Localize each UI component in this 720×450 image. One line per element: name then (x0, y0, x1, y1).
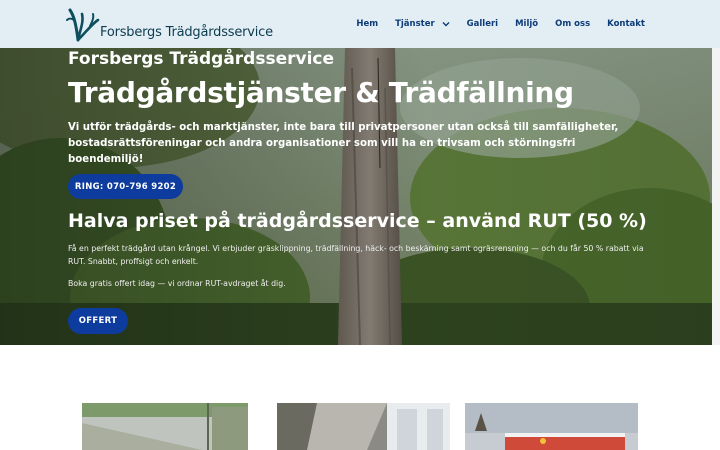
site-header: Forsbergs Trädgårdsservice Hem Tjänster … (0, 0, 720, 48)
gallery-card-2[interactable] (277, 403, 450, 450)
site-logo[interactable]: Forsbergs Trädgårdsservice (66, 8, 273, 42)
main-nav: Hem Tjänster Galleri Miljö Om oss Kontak… (356, 0, 645, 48)
rut-heading: Halva priset på trädgårdsservice – använ… (68, 210, 647, 232)
nav-item-galleri[interactable]: Galleri (467, 19, 498, 29)
gallery-image-building (465, 403, 638, 450)
hero-brand: Forsbergs Trädgårdsservice (68, 49, 335, 69)
rut-text: Få en perfekt trädgård utan krångel. Vi … (68, 244, 644, 266)
gallery-image-garden (82, 403, 248, 450)
tree-logo-icon (66, 8, 100, 42)
rut-text-cta: Boka gratis offert idag — vi ordnar RUT-… (68, 279, 286, 288)
nav-item-miljo[interactable]: Miljö (515, 19, 538, 29)
logo-text: Forsbergs Trädgårdsservice (100, 25, 273, 40)
nav-item-kontakt[interactable]: Kontakt (607, 19, 645, 29)
hero-title: Trädgårdstjänster & Trädfällning (68, 76, 574, 109)
page-scrollbar[interactable] (712, 48, 720, 345)
call-button[interactable]: RING: 070-796 9202 (68, 174, 183, 199)
hero-subtitle: Vi utför trädgårds- och marktjänster, in… (68, 122, 619, 165)
nav-item-tjanster-label: Tjänster (395, 19, 435, 29)
chevron-down-icon (442, 22, 450, 27)
gallery-image-patio (277, 403, 450, 450)
gallery-card-3[interactable] (465, 403, 638, 450)
nav-item-hem[interactable]: Hem (356, 19, 378, 29)
offer-button[interactable]: OFFERT (68, 308, 128, 334)
nav-item-om-oss[interactable]: Om oss (555, 19, 590, 29)
nav-item-tjanster[interactable]: Tjänster (395, 19, 450, 29)
gallery-card-1[interactable] (82, 403, 248, 450)
